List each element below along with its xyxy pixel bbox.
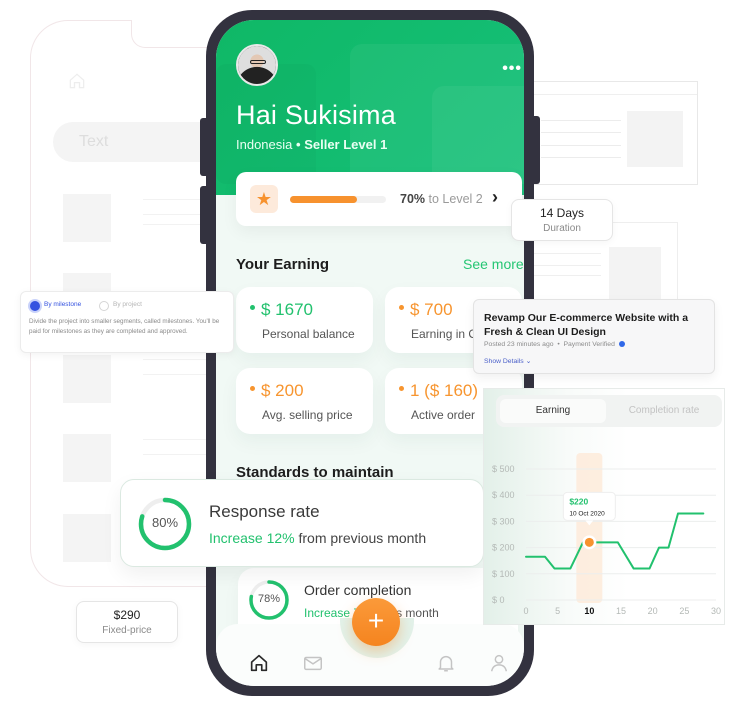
x-tick-label: 15 [616,606,626,616]
level-progress-card[interactable]: ★ 70% to Level 2 › [236,172,522,226]
country-label: Indonesia [236,137,293,152]
chevron-down-icon: ⌄ [525,358,532,365]
x-tick-label: 30 [711,606,721,616]
see-more-link[interactable]: See more [463,256,524,272]
separator: • [296,137,301,152]
response-rate-percent: 80% [151,515,179,530]
user-icon[interactable] [488,652,510,674]
y-tick-label: $ 500 [492,464,515,474]
duration-pill: 14 Days Duration [511,199,613,241]
greeting-title: Hai Sukisima [236,100,396,130]
earning-value: $ 1670 [250,300,313,320]
verified-badge-icon [618,341,625,348]
radio-by-milestone-label[interactable]: By milestone [44,301,81,308]
add-button[interactable]: + [352,598,400,646]
tooltip-date: 10 Oct 2020 [569,510,605,517]
wireframe-line [143,454,215,455]
fixed-price-label: Fixed-price [102,625,152,636]
x-tick-label: 5 [555,606,560,616]
duration-label: Duration [543,223,581,234]
avatar[interactable] [236,44,278,86]
radio-by-project[interactable] [99,301,109,311]
wireframe-thumbnail [63,194,111,242]
level-progress-bar [290,196,386,203]
response-rate-title: Response rate [209,502,320,521]
highlight-band [576,453,603,603]
fixed-price-pill: $290 Fixed-price [76,601,178,643]
home-icon[interactable] [248,652,270,674]
radio-by-project-label[interactable]: By project [113,301,142,308]
earning-label: Personal balance [262,327,355,341]
earning-line-chart: $ 0 $ 100 $ 200 $ 300 $ 400 $ 500 0 5 10 15 20 25 30… [492,453,721,616]
seller-level-label: Seller Level 1 [304,137,388,152]
star-icon: ★ [250,185,278,213]
earning-label: Active order [411,408,476,422]
earning-value: $ 200 [250,381,304,401]
radio-by-milestone[interactable] [30,301,40,311]
wireframe-thumbnail [63,355,111,403]
wireframe-card [530,81,698,185]
job-title[interactable]: Revamp Our E-commerce Website with a Fre… [484,311,712,339]
more-horizontal-icon[interactable]: ••• [502,60,522,78]
wireframe-line [143,439,215,440]
payment-type-card: By milestone By project Divide the proje… [20,291,234,353]
y-tick-label: $ 300 [492,516,515,526]
earning-card[interactable]: $ 1670 Personal balance [236,287,373,353]
duration-value: 14 Days [539,206,585,220]
x-tick-label: 20 [648,606,658,616]
earning-label: Avg. selling price [262,408,353,422]
chevron-right-icon[interactable]: › [492,187,498,208]
tooltip-value: $220 [569,496,588,506]
level-percent: 70% [400,192,426,206]
response-rate-subtitle: Increase 12% from previous month [209,530,427,546]
phone-side-button [200,186,210,244]
seller-subtitle: Indonesia • Seller Level 1 [236,137,387,152]
data-point [584,537,594,547]
response-rate-card[interactable]: 80% Response rate Increase 12% from prev… [120,479,484,567]
order-completion-title: Order completion [304,582,412,598]
y-tick-label: $ 0 [492,595,505,605]
wireframe-line [143,359,215,360]
wireframe-thumbnail [63,514,111,562]
job-posted-time: Posted 23 minutes ago [484,341,554,348]
fixed-price-value: $290 [113,608,141,622]
wireframe-thumbnail [63,434,111,482]
payment-verified-label: Payment Verified [563,341,615,348]
home-icon [69,73,85,89]
earning-value: 1 ($ 160) [399,381,478,401]
milestone-description: Divide the project into smaller segments… [29,318,220,335]
phone-power-button [530,116,540,184]
earning-section-title: Your Earning [236,256,330,273]
show-details-link[interactable]: Show Details ⌄ [484,357,531,365]
y-tick-label: $ 400 [492,490,515,500]
x-tick-label: 0 [523,606,528,616]
job-post-card[interactable]: Revamp Our E-commerce Website with a Fre… [473,299,715,374]
level-progress-text: 70% to Level 2 [400,192,483,206]
earning-value: $ 700 [399,300,453,320]
earning-card[interactable]: $ 200 Avg. selling price [236,368,373,434]
earning-label: Earning in O [411,327,478,341]
y-tick-label: $ 100 [492,569,515,579]
phone-side-button [200,118,210,176]
bell-icon[interactable] [435,652,457,674]
mail-icon[interactable] [302,652,324,674]
order-completion-percent: 78% [257,593,281,605]
earning-chart-card: Earning Completion rate $ 0 $ 100 $ 200 $ 3… [483,388,725,625]
job-meta: Posted 23 minutes ago • Payment Verified [484,341,625,348]
x-tick-label: 10 [584,606,594,616]
wireframe-line [143,374,215,375]
level-target: to Level 2 [428,192,483,206]
y-tick-label: $ 200 [492,543,515,553]
level-progress-fill [290,196,358,203]
x-tick-label: 25 [679,606,689,616]
